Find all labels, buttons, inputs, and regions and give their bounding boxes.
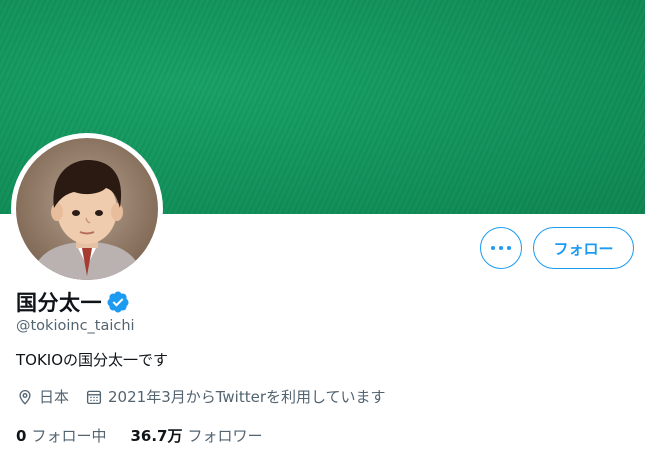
avatar-border [11, 133, 163, 285]
followers-count: 36.7万 [130, 427, 183, 445]
joined-text: 2021年3月からTwitterを利用しています [108, 388, 386, 406]
following-label: フォロー中 [31, 427, 107, 445]
verified-badge-icon[interactable] [106, 290, 130, 314]
follow-button[interactable]: フォロー [533, 227, 634, 269]
more-options-button[interactable] [480, 227, 522, 269]
location-pin-icon [19, 389, 31, 405]
profile-name: 国分太一 [16, 291, 102, 315]
followers-label: フォロワー [187, 427, 263, 445]
profile-bio: TOKIOの国分太一です [16, 351, 169, 369]
profile-handle: @tokioinc_taichi [16, 318, 135, 334]
more-options-icon [491, 246, 495, 250]
calendar-icon [86, 390, 102, 404]
avatar-image [30, 160, 144, 280]
following-link[interactable]: 0 フォロー中 [16, 425, 106, 446]
joined-item: 2021年3月からTwitterを利用しています [85, 386, 386, 407]
profile-meta: 日本 2021年3月からTwitterを利用しています [16, 386, 402, 407]
profile-name-row: 国分太一 [16, 287, 130, 317]
following-count: 0 [16, 427, 27, 445]
location-text: 日本 [39, 388, 70, 406]
followers-link[interactable]: 36.7万 フォロワー [130, 425, 262, 446]
more-dot [507, 246, 511, 250]
more-dot [499, 246, 503, 250]
profile-stats: 0 フォロー中 36.7万 フォロワー [16, 425, 286, 446]
location-item: 日本 [16, 386, 69, 407]
profile-avatar[interactable] [16, 138, 158, 280]
